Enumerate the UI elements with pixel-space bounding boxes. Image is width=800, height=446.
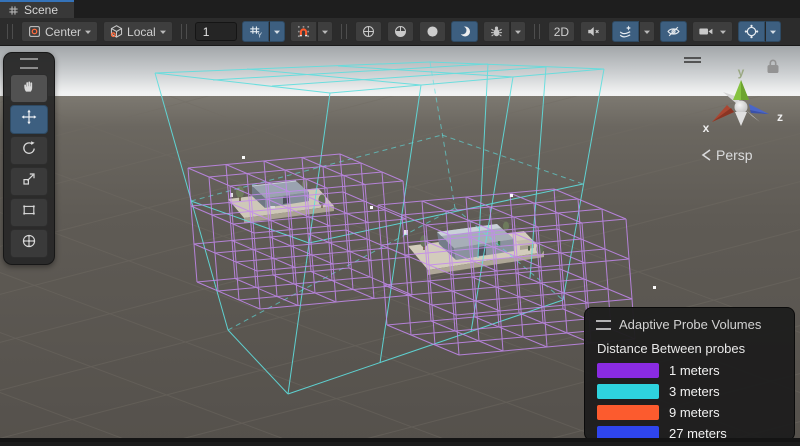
gizmo-axis-x-label: x (703, 121, 710, 135)
effects-dropdown[interactable] (639, 21, 655, 42)
effects-icon (618, 24, 633, 39)
debug-bug-icon (489, 24, 504, 39)
legend-subtitle: Distance Between probes (597, 341, 783, 356)
chevron-down-icon (321, 28, 329, 36)
grid-visibility-group: Y (242, 21, 285, 42)
transform-icon (21, 233, 37, 254)
gizmo-core[interactable] (735, 101, 748, 114)
legend-color-swatch (597, 384, 659, 399)
orientation-cube-icon (109, 24, 124, 39)
rect-tool-icon (21, 202, 37, 223)
overlay-drag-handle[interactable] (181, 24, 187, 39)
visibility-hidden-eye-icon (666, 24, 681, 39)
chevron-down-icon (719, 28, 727, 36)
tool-scale-button[interactable] (10, 167, 48, 196)
legend-label: 3 meters (669, 384, 720, 399)
sphere-wireframe-icon (361, 24, 376, 39)
scene-camera-icon (698, 24, 716, 39)
debug-mode-button[interactable] (483, 21, 510, 42)
chevron-down-icon (769, 28, 777, 36)
snap-increment-button[interactable] (290, 21, 317, 42)
tab-bar: Scene (0, 0, 800, 18)
move-icon (21, 109, 37, 130)
grid-snap-toggle-button[interactable]: Y (242, 21, 269, 42)
tools-overlay (3, 52, 55, 265)
panel-title: Adaptive Probe Volumes (619, 317, 761, 332)
gizmo-axis-y-label: y (738, 65, 745, 79)
legend-label: 9 meters (669, 405, 720, 420)
scene-camera-dropdown[interactable] (692, 21, 733, 42)
grid-size-input[interactable] (195, 22, 237, 41)
shading-shaded-wireframe-button[interactable] (387, 21, 414, 42)
mode-2d-label: 2D (554, 25, 569, 39)
chevron-down-icon (514, 28, 522, 36)
legend-item: 1 meters (597, 363, 783, 378)
legend-label: 1 meters (669, 363, 720, 378)
scene-visibility-toggle[interactable] (660, 21, 687, 42)
effects-group (612, 21, 655, 42)
rotate-icon (21, 140, 37, 161)
overlay-drag-handle[interactable] (534, 24, 540, 39)
orientation-label: Local (127, 25, 156, 39)
svg-text:Y: Y (257, 33, 262, 40)
scene-grid-icon (8, 5, 19, 16)
overlay-drag-handle[interactable] (7, 24, 13, 39)
panel-drag-handle[interactable] (596, 320, 611, 330)
gizmos-icon (744, 24, 759, 39)
tools-overlay-handle[interactable] (20, 58, 38, 69)
legend-item: 3 meters (597, 384, 783, 399)
orientation-dropdown[interactable]: Local (103, 21, 173, 42)
chevron-down-icon (643, 28, 651, 36)
gizmos-group (738, 21, 781, 42)
shading-shaded-button[interactable] (419, 21, 446, 42)
audio-mute-icon (586, 24, 601, 39)
legend-color-swatch (597, 405, 659, 420)
chevron-down-icon (84, 28, 92, 36)
chevron-down-icon (159, 28, 167, 36)
snap-increment-group (290, 21, 333, 42)
gizmos-toggle[interactable] (738, 21, 765, 42)
legend-items: 1 meters3 meters9 meters27 meters (596, 363, 783, 441)
window-edge (0, 438, 800, 442)
grid-options-dropdown[interactable] (269, 21, 285, 42)
sky (0, 46, 800, 96)
snap-increment-magnet-icon (296, 24, 311, 39)
legend-item: 9 meters (597, 405, 783, 420)
shading-wireframe-button[interactable] (355, 21, 382, 42)
gizmos-dropdown[interactable] (765, 21, 781, 42)
scene-toolbar: Center Local Y (0, 18, 800, 46)
unity-scene-window: Scene Center Local (0, 0, 800, 446)
debug-mode-dropdown[interactable] (510, 21, 526, 42)
adaptive-probe-volumes-panel: Adaptive Probe Volumes Distance Between … (584, 307, 795, 441)
tool-rotate-button[interactable] (10, 136, 48, 165)
pivot-icon (27, 24, 42, 39)
pivot-mode-dropdown[interactable]: Center (21, 21, 98, 42)
tool-move-button[interactable] (10, 105, 48, 134)
tool-view-hand-button[interactable] (10, 74, 48, 103)
projection-label: Persp (716, 147, 753, 163)
overlay-drag-handle[interactable] (341, 24, 347, 39)
effects-toggle[interactable] (612, 21, 639, 42)
mode-2d-toggle[interactable]: 2D (548, 21, 575, 42)
snap-options-dropdown[interactable] (317, 21, 333, 42)
tool-rect-button[interactable] (10, 198, 48, 227)
chevron-down-icon (273, 28, 281, 36)
sphere-half-shaded-icon (393, 24, 408, 39)
moon-icon (457, 24, 472, 39)
legend-color-swatch (597, 363, 659, 378)
tool-transform-button[interactable] (10, 229, 48, 258)
sphere-shaded-icon (425, 24, 440, 39)
pivot-mode-label: Center (45, 25, 81, 39)
grid-snap-axis-y-icon: Y (248, 24, 263, 39)
debug-draw-mode-group (483, 21, 526, 42)
scale-icon (21, 171, 37, 192)
hand-icon (21, 78, 37, 99)
gizmo-axis-z-label: z (777, 110, 783, 124)
scene-viewport-area: y x z Persp (0, 46, 800, 442)
scene-lighting-toggle[interactable] (451, 21, 478, 42)
tab-scene[interactable]: Scene (0, 0, 74, 18)
audio-toggle[interactable] (580, 21, 607, 42)
tab-scene-label: Scene (24, 3, 58, 17)
